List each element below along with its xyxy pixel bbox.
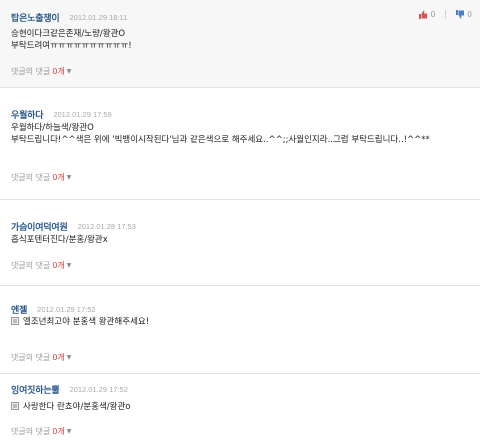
reply-toggle[interactable]: 댓글의 댓글 0개 ▼ (11, 426, 71, 437)
comment-body: 우월하다/하늘색/왕관O 부탁드립니다!^^색은 위에 '빅뱅이시작된다'님과 … (11, 122, 468, 146)
reply-count: 0개 (52, 173, 65, 182)
comment-item: 잉여짓하는뿔 2012.01.29 17:52 사랑한다 란쵸야/분홍색/왕관o… (0, 374, 480, 446)
comment-author[interactable]: 우월하다 (11, 108, 44, 121)
comment-author[interactable]: 잉여짓하는뿔 (11, 383, 60, 396)
reply-label: 댓글의 댓글 (11, 353, 51, 362)
comment-line: 부탁드려여ㅠㅠㅠㅠㅠㅠㅠㅠㅠㅠ! (11, 41, 132, 51)
reply-label: 댓글의 댓글 (11, 261, 51, 270)
comment-body: 흡식포텐터진다/분홍/왕관x (11, 234, 468, 246)
reply-count: 0개 (52, 261, 65, 270)
reply-count: 0개 (52, 353, 65, 362)
caret-down-icon: ▼ (66, 262, 72, 269)
caret-down-icon: ▼ (66, 174, 72, 181)
caret-down-icon: ▼ (66, 354, 72, 361)
upvote-count: 0 (430, 10, 436, 19)
comment-item: 가슴이여덕여원 2012.01.28 17:53 흡식포텐터진다/분홍/왕관x … (0, 200, 480, 286)
thumbs-up-icon (419, 10, 428, 19)
comment-date: 2012.01.29 18:11 (69, 12, 128, 22)
comment-item: 탑은노출쟁이 2012.01.29 18:11 0 0 승현이다크같은존재/노량… (0, 0, 480, 88)
reply-toggle[interactable]: 댓글의 댓글 0개 ▼ (11, 66, 71, 77)
comment-line: 승현이다크같은존재/노량/왕관O (11, 29, 126, 39)
comment-item: 엔젤 2012.01.29 17:52 엘조년최고야 분홍색 왕관해주세요! 댓… (0, 286, 480, 374)
comment-line: 부탁드립니다!^^색은 위에 '빅뱅이시작된다'님과 같은색으로 해주세요..^… (11, 135, 430, 145)
reply-toggle[interactable]: 댓글의 댓글 0개 ▼ (11, 260, 71, 271)
caret-down-icon: ▼ (66, 428, 72, 435)
comment-line: 사랑한다 란쵸야/분홍색/왕관o (11, 401, 468, 413)
comment-line: 흡식포텐터진다/분홍/왕관x (11, 235, 108, 245)
comment-line: 우월하다/하늘색/왕관O (11, 123, 94, 133)
comment-body: 엘조년최고야 분홍색 왕관해주세요! (11, 316, 468, 328)
comment-line: 엘조년최고야 분홍색 왕관해주세요! (11, 316, 468, 328)
comment-date: 2012.01.28 17:53 (77, 221, 136, 231)
comment-date: 2012.01.29 17:52 (69, 384, 128, 394)
comment-author[interactable]: 엔젤 (11, 303, 27, 316)
comment-date: 2012.01.29 17:52 (37, 304, 96, 314)
reply-count: 0개 (52, 427, 65, 436)
comment-author[interactable]: 가슴이여덕여원 (11, 220, 68, 233)
reply-toggle[interactable]: 댓글의 댓글 0개 ▼ (11, 352, 71, 363)
comment-author[interactable]: 탑은노출쟁이 (11, 11, 60, 24)
reply-label: 댓글의 댓글 (11, 173, 51, 182)
image-thumbnail-icon[interactable] (11, 317, 19, 325)
comment-item: 우월하다 2012.01.29 17:59 우월하다/하늘색/왕관O 부탁드립니… (0, 88, 480, 200)
comment-text: 사랑한다 란쵸야/분홍색/왕관o (23, 402, 131, 412)
comment-body: 승현이다크같은존재/노량/왕관O 부탁드려여ㅠㅠㅠㅠㅠㅠㅠㅠㅠㅠ! (11, 28, 468, 52)
reply-toggle[interactable]: 댓글의 댓글 0개 ▼ (11, 172, 71, 183)
thumbs-down-icon (456, 10, 465, 19)
vote-divider (445, 10, 447, 19)
reply-label: 댓글의 댓글 (11, 67, 51, 76)
caret-down-icon: ▼ (66, 68, 72, 75)
comment-date: 2012.01.29 17:59 (53, 109, 112, 119)
reply-label: 댓글의 댓글 (11, 427, 51, 436)
comment-body: 사랑한다 란쵸야/분홍색/왕관o (11, 401, 468, 413)
downvote-count: 0 (467, 10, 472, 19)
image-thumbnail-icon[interactable] (11, 402, 19, 410)
upvote-button[interactable]: 0 (419, 10, 435, 19)
reply-count: 0개 (52, 67, 65, 76)
downvote-button[interactable]: 0 (456, 10, 472, 19)
comment-text: 엘조년최고야 분홍색 왕관해주세요! (23, 317, 150, 327)
